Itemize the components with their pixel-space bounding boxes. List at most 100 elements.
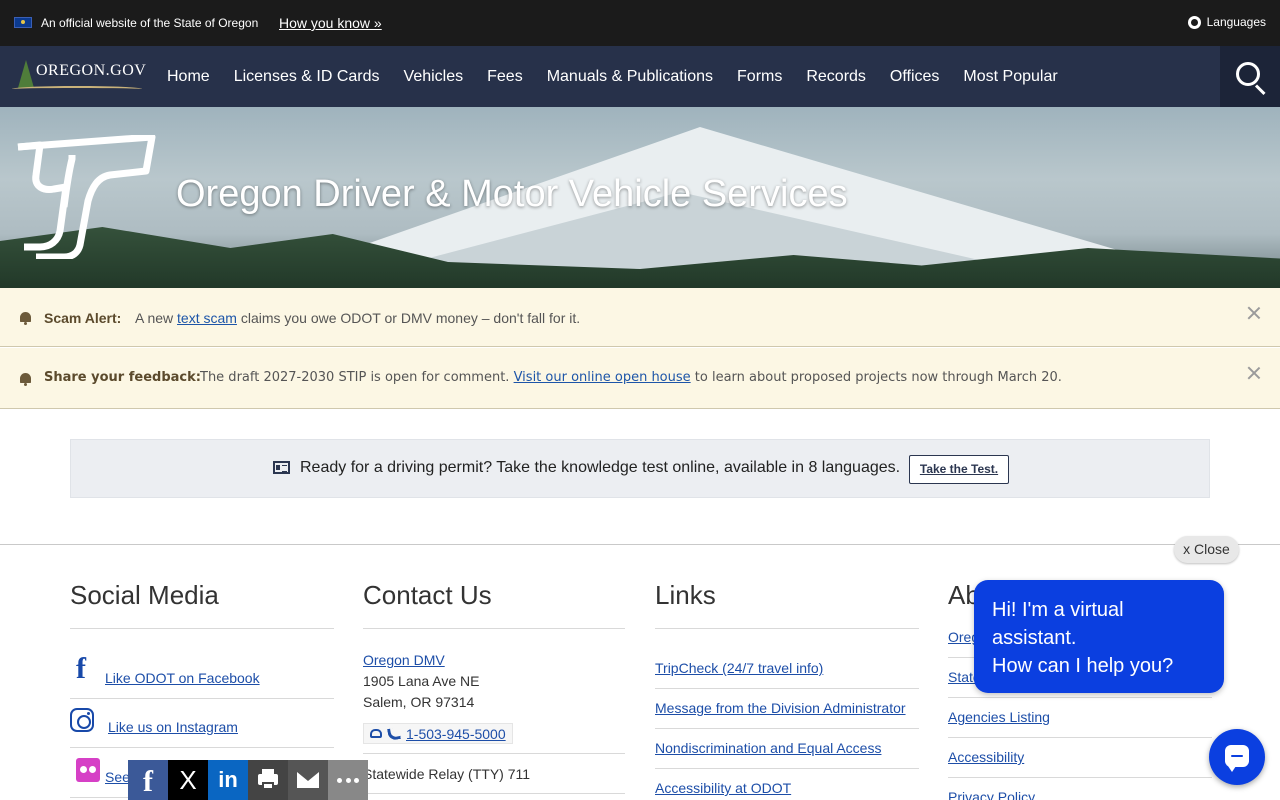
contact-street: 1905 Lana Ave NE — [363, 673, 480, 689]
list-item: Nondiscrimination and Equal Access — [655, 729, 919, 769]
agencies-listing-link[interactable]: Agencies Listing — [948, 709, 1050, 725]
languages-button[interactable]: Languages — [1187, 15, 1266, 29]
chat-close-button[interactable]: x Close — [1174, 536, 1239, 563]
hero-banner: Oregon Driver & Motor Vehicle Services — [0, 107, 1280, 288]
social-media-heading: Social Media — [70, 580, 219, 610]
scam-alert-message: A new text scam claims you owe ODOT or D… — [135, 305, 580, 331]
oregon-flag-icon — [14, 17, 32, 28]
nav-item-fees[interactable]: Fees — [475, 68, 535, 86]
divider — [363, 793, 625, 794]
tty-icon — [370, 729, 382, 738]
nav-item-home[interactable]: Home — [155, 68, 222, 86]
logo-swoosh — [12, 86, 142, 92]
accessibility-link[interactable]: Accessibility — [948, 749, 1024, 765]
feedback-text-before: The draft 2027-2030 STIP is open for com… — [200, 370, 514, 385]
main-nav: OREGON.GOV Home Licenses & ID Cards Vehi… — [0, 46, 1280, 107]
share-more-button[interactable] — [328, 760, 368, 800]
chat-greeting-bubble[interactable]: Hi! I'm a virtual assistant. How can I h… — [974, 580, 1224, 693]
instagram-link[interactable]: Like us on Instagram — [108, 719, 238, 735]
list-item: Accessibility — [948, 738, 1212, 778]
permit-text: Ready for a driving permit? Take the kno… — [300, 459, 901, 476]
linkedin-icon: in — [218, 767, 238, 792]
administrator-message-link[interactable]: Message from the Division Administrator — [655, 700, 906, 716]
nav-item-vehicles[interactable]: Vehicles — [392, 68, 476, 86]
facebook-link[interactable]: Like ODOT on Facebook — [105, 670, 260, 686]
globe-icon — [1187, 15, 1201, 29]
feedback-text-after: to learn about proposed projects now thr… — [690, 370, 1062, 385]
list-item: Agencies Listing — [948, 698, 1212, 738]
languages-label: Languages — [1206, 15, 1266, 29]
flickr-link[interactable]: See — [105, 769, 130, 785]
chat-launcher-button[interactable] — [1209, 729, 1265, 785]
accessibility-odot-link[interactable]: Accessibility at ODOT — [655, 780, 791, 796]
contact-heading: Contact Us — [363, 580, 492, 610]
feedback-alert-label: Share your feedback: — [44, 370, 201, 385]
open-house-link[interactable]: Visit our online open house — [514, 370, 691, 385]
email-icon — [297, 772, 319, 788]
nav-item-offices[interactable]: Offices — [878, 68, 952, 86]
scam-text-before: A new — [135, 310, 178, 326]
tripcheck-link[interactable]: TripCheck (24/7 travel info) — [655, 660, 823, 676]
privacy-policy-link[interactable]: Privacy Policy — [948, 789, 1035, 800]
search-icon — [1236, 62, 1260, 86]
facebook-row: f Like ODOT on Facebook — [70, 652, 334, 699]
bell-icon — [19, 373, 32, 386]
official-banner: An official website of the State of Oreg… — [0, 0, 1280, 46]
share-print-button[interactable] — [248, 760, 288, 800]
share-x-button[interactable]: X — [168, 760, 208, 800]
search-icon-handle — [1254, 84, 1266, 96]
nav-item-most-popular[interactable]: Most Popular — [951, 68, 1069, 86]
flickr-icon — [76, 758, 100, 782]
list-item: Accessibility at ODOT — [655, 769, 919, 800]
bell-icon — [19, 312, 32, 325]
share-email-button[interactable] — [288, 760, 328, 800]
nav-menu: Home Licenses & ID Cards Vehicles Fees M… — [155, 46, 1070, 107]
take-test-button[interactable]: Take the Test. — [909, 455, 1009, 484]
nav-item-records[interactable]: Records — [794, 68, 878, 86]
contact-city: Salem, OR 97314 — [363, 694, 475, 710]
nav-item-forms[interactable]: Forms — [725, 68, 794, 86]
official-text: An official website of the State of Oreg… — [41, 16, 259, 30]
share-linkedin-button[interactable]: in — [208, 760, 248, 800]
nav-item-manuals[interactable]: Manuals & Publications — [535, 68, 725, 86]
oregon-gov-logo[interactable]: OREGON.GOV — [10, 56, 150, 98]
instagram-icon — [70, 708, 94, 732]
phone-icon — [387, 726, 401, 741]
tree-icon — [18, 60, 34, 88]
divider — [655, 628, 919, 629]
share-bar: f X in — [128, 760, 368, 800]
phone-number[interactable]: 1-503-945-5000 — [406, 726, 506, 742]
share-facebook-button[interactable]: f — [128, 760, 168, 800]
x-icon: X — [179, 765, 197, 795]
chat-icon — [1225, 745, 1249, 772]
facebook-icon: f — [143, 765, 153, 798]
nondiscrimination-link[interactable]: Nondiscrimination and Equal Access — [655, 740, 881, 756]
relay-text: Statewide Relay (TTY) 711 — [363, 766, 531, 782]
divider — [70, 628, 334, 629]
more-icon — [337, 778, 359, 783]
list-item: Message from the Division Administrator — [655, 689, 919, 729]
instagram-row: Like us on Instagram — [70, 708, 334, 748]
how-you-know-link[interactable]: How you know » — [279, 15, 382, 31]
facebook-icon: f — [76, 652, 86, 685]
close-icon[interactable] — [1246, 365, 1262, 381]
list-item: Privacy Policy — [948, 778, 1212, 800]
close-icon[interactable] — [1246, 305, 1262, 321]
odot-logo — [17, 135, 156, 259]
scam-alert: Scam Alert: A new text scam claims you o… — [0, 288, 1280, 347]
search-button[interactable] — [1220, 46, 1280, 107]
scam-alert-label: Scam Alert: — [44, 310, 122, 326]
oregon-dmv-link[interactable]: Oregon DMV — [363, 652, 445, 668]
list-item: TripCheck (24/7 travel info) — [655, 649, 919, 689]
chat-line-3: How can I help you? — [992, 655, 1174, 677]
permit-banner: Ready for a driving permit? Take the kno… — [70, 439, 1210, 498]
chat-line-1: Hi! I'm a virtual — [992, 599, 1124, 621]
feedback-alert-message: The draft 2027-2030 STIP is open for com… — [200, 365, 1062, 391]
phone-link[interactable]: 1-503-945-5000 — [363, 723, 513, 744]
divider — [363, 753, 625, 754]
text-scam-link[interactable]: text scam — [177, 310, 237, 326]
chat-line-2: assistant. — [992, 627, 1077, 649]
nav-item-licenses[interactable]: Licenses & ID Cards — [222, 68, 392, 86]
feedback-alert: Share your feedback: The draft 2027-2030… — [0, 348, 1280, 409]
divider — [363, 628, 625, 629]
